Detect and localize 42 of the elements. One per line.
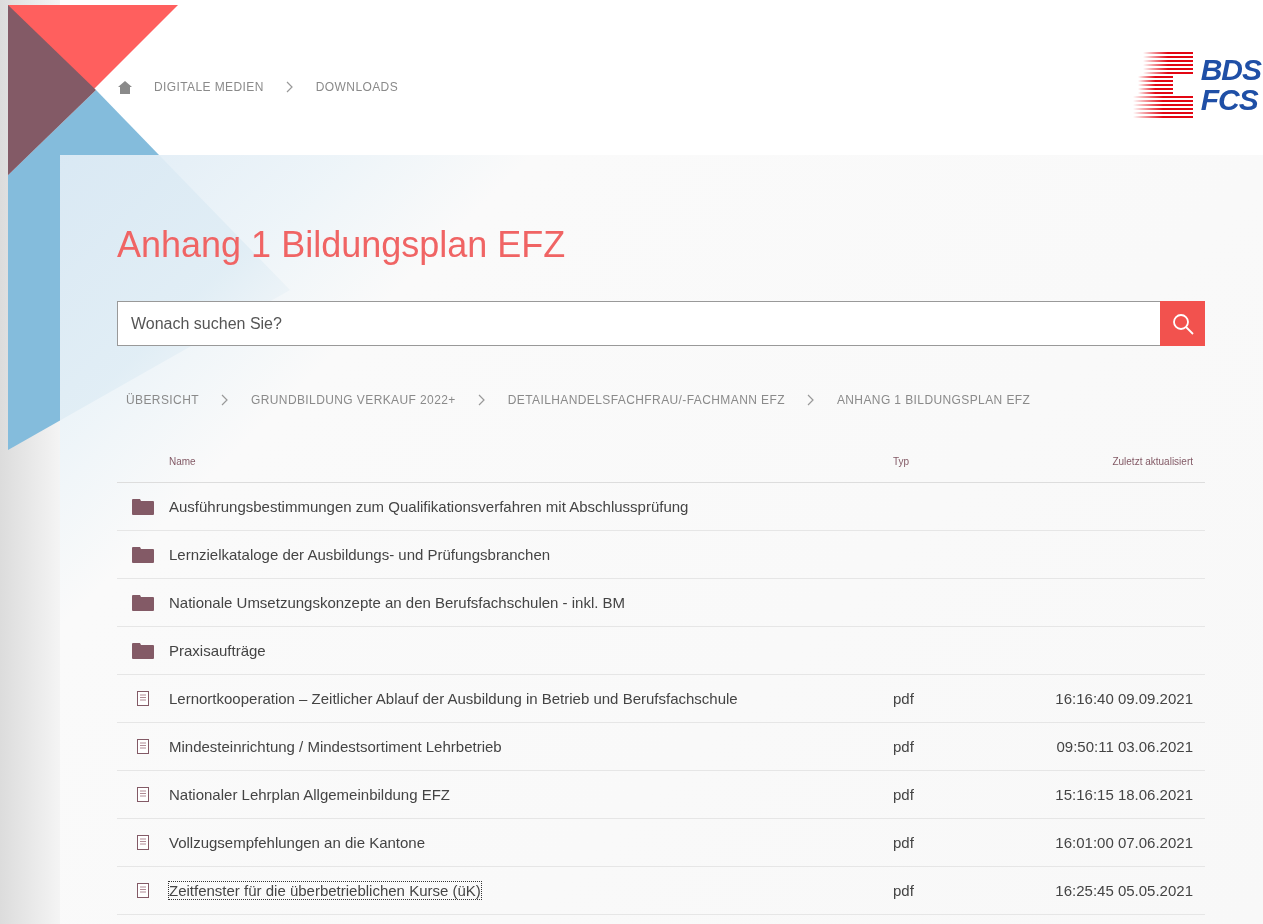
file-link[interactable]: Nationale Umsetzungskonzepte an den Berufsfachschulen - inkl. BM (169, 594, 626, 611)
home-icon[interactable] (118, 80, 132, 94)
chevron-icon (220, 394, 229, 406)
document-icon (137, 835, 149, 850)
column-header[interactable]: Zuletzt aktualisiert (1043, 456, 1205, 467)
file-link[interactable]: Vollzugsempfehlungen an die Kantone (169, 834, 426, 851)
table-cell: 15:16:15 18.06.2021 (1055, 786, 1193, 803)
chevron-icon (806, 394, 815, 406)
table-cell: pdf (893, 738, 914, 755)
search-field[interactable]: Wonach suchen Sie? (117, 301, 1160, 346)
file-link[interactable]: Praxisaufträge (169, 642, 266, 659)
document-icon (137, 883, 149, 898)
file-link[interactable]: Zeitfenster für die überbetrieblichen Kurse (üK) (169, 882, 481, 899)
breadcrumb-link[interactable]: DOWNLOADS (315, 80, 399, 94)
file-link[interactable]: Lernzielkataloge der Ausbildungs- und Prüfungsbranchen (169, 546, 551, 563)
file-link[interactable]: Lernortkooperation – Zeitlicher Ablauf der Ausbildung in Betrieb und Berufsfachschule (169, 690, 738, 707)
table-cell: 16:01:00 07.06.2021 (1055, 834, 1193, 851)
folder-icon (132, 498, 154, 515)
document-icon (137, 691, 149, 706)
table-cell: 16:16:40 09.09.2021 (1055, 690, 1193, 707)
table-cell: pdf (893, 834, 914, 851)
folder-icon (132, 594, 154, 611)
folder-icon (132, 546, 154, 563)
logo: BDS FCS (1132, 52, 1261, 118)
file-link[interactable]: Ausführungsbestimmungen zum Qualifikationsverfahren mit Abschlussprüfung (169, 498, 689, 515)
table-cell: pdf (893, 690, 914, 707)
document-icon (137, 739, 149, 754)
table-cell: 16:25:45 05.05.2021 (1055, 882, 1193, 899)
search-icon (1171, 312, 1194, 335)
column-header[interactable]: Name (169, 456, 893, 467)
file-link[interactable]: Nationaler Lehrplan Allgemeinbildung EFZ (169, 786, 450, 803)
document-icon (137, 787, 149, 802)
chevron-icon (477, 394, 486, 406)
folder-icon (132, 642, 154, 659)
file-link[interactable]: Mindesteinrichtung / Mindestsortiment Lehrbetrieb (169, 738, 502, 755)
table-cell: 09:50:11 03.06.2021 (1056, 738, 1193, 755)
column-header[interactable]: Typ (893, 456, 1043, 467)
search-button[interactable] (1160, 301, 1205, 346)
chevron-icon (285, 81, 294, 93)
table-cell: pdf (893, 786, 914, 803)
page-title: Anhang 1 Bildungsplan EFZ (117, 223, 567, 265)
table-cell: pdf (893, 882, 914, 899)
